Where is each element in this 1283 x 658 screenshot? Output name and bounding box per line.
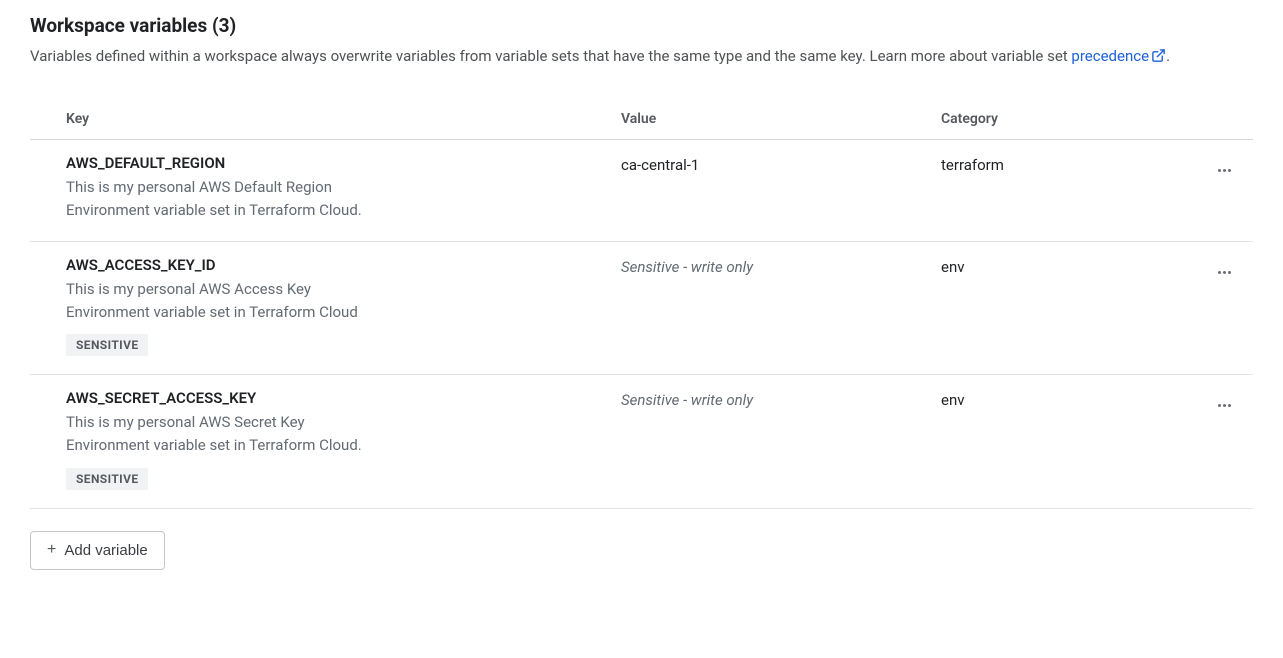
actions-cell (1171, 389, 1253, 415)
variable-value: ca-central-1 (621, 154, 941, 174)
variable-value: Sensitive - write only (621, 389, 941, 409)
variable-category: env (941, 256, 1171, 276)
variable-category: env (941, 389, 1171, 409)
variable-key: AWS_SECRET_ACCESS_KEY (66, 389, 621, 407)
row-actions-menu-button[interactable] (1214, 258, 1235, 282)
col-category: Category (941, 111, 1171, 127)
key-cell: AWS_DEFAULT_REGION This is my personal AW… (66, 154, 621, 223)
row-actions-menu-button[interactable] (1214, 156, 1235, 180)
external-link-icon (1151, 48, 1166, 67)
variables-table: Key Value Category AWS_DEFAULT_REGION Thi… (30, 93, 1253, 509)
more-icon (1218, 169, 1231, 172)
variable-key: AWS_ACCESS_KEY_ID (66, 256, 621, 274)
add-variable-button[interactable]: + Add variable (30, 531, 165, 570)
table-row: AWS_ACCESS_KEY_ID This is my personal AWS… (30, 242, 1253, 376)
more-icon (1218, 404, 1231, 407)
title-count: 3 (219, 14, 230, 37)
key-cell: AWS_SECRET_ACCESS_KEY This is my personal… (66, 389, 621, 490)
variable-key: AWS_DEFAULT_REGION (66, 154, 621, 172)
variable-description: This is my personal AWS Secret Key Envir… (66, 411, 366, 458)
actions-cell (1171, 256, 1253, 282)
row-actions-menu-button[interactable] (1214, 391, 1235, 415)
sensitive-badge: SENSITIVE (66, 334, 148, 356)
plus-icon: + (47, 542, 56, 558)
table-header: Key Value Category (30, 93, 1253, 140)
col-key: Key (66, 111, 621, 127)
table-body: AWS_DEFAULT_REGION This is my personal AW… (30, 140, 1253, 509)
variable-description: This is my personal AWS Default Region E… (66, 176, 366, 223)
title-prefix: Workspace variables (30, 14, 207, 37)
key-cell: AWS_ACCESS_KEY_ID This is my personal AWS… (66, 256, 621, 357)
variable-value: Sensitive - write only (621, 256, 941, 276)
table-row: AWS_SECRET_ACCESS_KEY This is my personal… (30, 375, 1253, 509)
subtitle-suffix: . (1166, 47, 1170, 65)
table-row: AWS_DEFAULT_REGION This is my personal AW… (30, 140, 1253, 242)
more-icon (1218, 271, 1231, 274)
section-description: Variables defined within a workspace alw… (30, 47, 1253, 67)
variable-description: This is my personal AWS Access Key Envir… (66, 278, 366, 325)
variable-category: terraform (941, 154, 1171, 174)
col-value: Value (621, 111, 941, 127)
actions-cell (1171, 154, 1253, 180)
subtitle-text: Variables defined within a workspace alw… (30, 47, 1071, 65)
precedence-link[interactable]: precedence (1071, 47, 1166, 65)
sensitive-badge: SENSITIVE (66, 468, 148, 490)
add-variable-label: Add variable (64, 542, 147, 559)
section-title: Workspace variables (3) (30, 14, 1253, 37)
